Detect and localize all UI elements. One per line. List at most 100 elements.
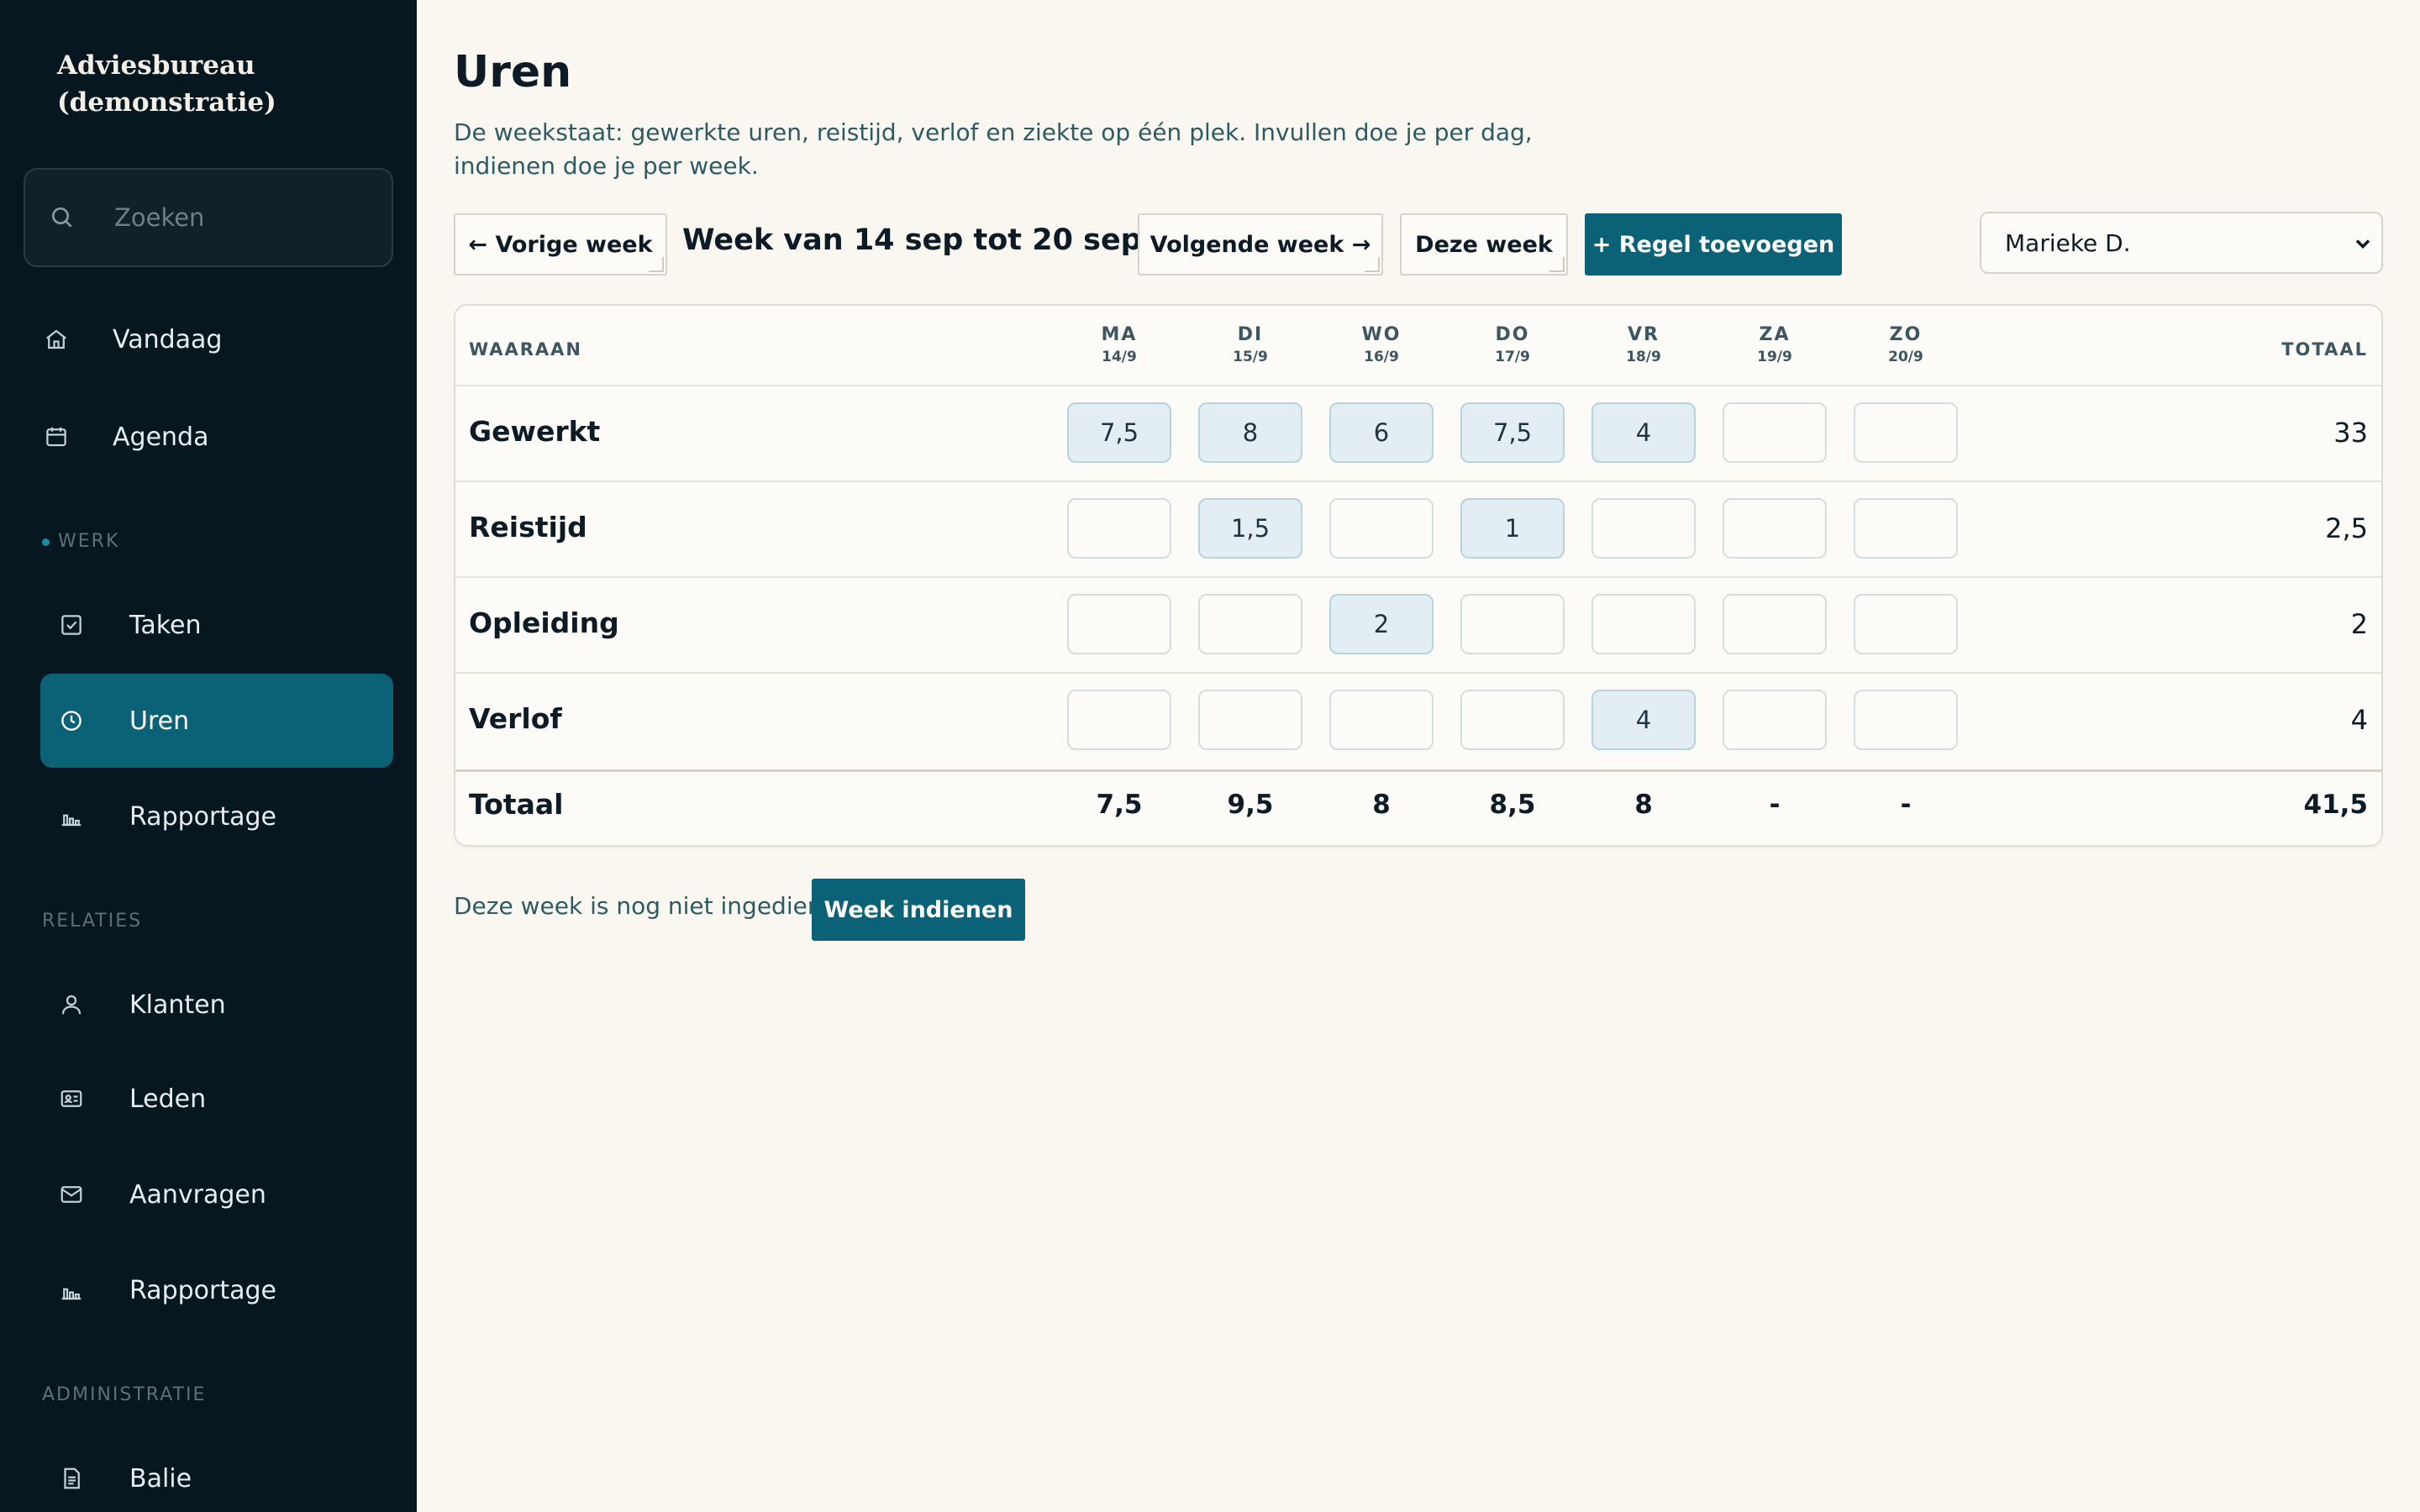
hours-input[interactable] [1723, 690, 1827, 750]
day-header: ZA 19/9 [1757, 324, 1792, 365]
section-label-relaties: RELATIES [42, 911, 143, 932]
brand-name: Adviesbureau (demonstratie) [57, 50, 276, 118]
hours-input[interactable]: 7,5 [1460, 402, 1565, 463]
hours-input[interactable]: 2 [1329, 594, 1434, 654]
row-total: 33 [2333, 417, 2368, 449]
nav-label: Vandaag [113, 324, 223, 354]
week-range-label: Week van 14 sep tot 20 sep [682, 223, 1142, 257]
row-divider [455, 385, 2381, 386]
document-icon [57, 1464, 86, 1493]
hours-input[interactable]: 6 [1329, 402, 1434, 463]
hours-input[interactable] [1723, 402, 1827, 463]
hours-input[interactable] [1723, 498, 1827, 559]
resize-corner [649, 257, 664, 272]
previous-week-button[interactable]: ← Vorige week [454, 213, 667, 276]
nav-label: Aanvragen [129, 1179, 266, 1210]
day-header: VR 18/9 [1626, 324, 1661, 365]
nav-item-uren[interactable]: Uren [40, 674, 393, 768]
nav-label: Taken [129, 610, 202, 640]
next-week-button[interactable]: Volgende week → [1138, 213, 1383, 276]
column-header-totaal: TOTAAL [2281, 339, 2368, 360]
resize-corner [1549, 257, 1565, 272]
day-header: WO 16/9 [1361, 324, 1402, 365]
row-divider [455, 576, 2381, 578]
search-input[interactable] [114, 203, 366, 232]
hours-input[interactable] [1723, 594, 1827, 654]
this-week-label: Deze week [1415, 231, 1553, 258]
nav-item-balie[interactable]: Balie [40, 1431, 393, 1512]
hours-input[interactable] [1067, 498, 1171, 559]
hours-input[interactable] [1460, 594, 1565, 654]
row-label: Verlof [469, 702, 562, 735]
id-card-icon [57, 1084, 86, 1113]
user-icon [57, 990, 86, 1019]
add-row-label: + Regel toevoegen [1591, 231, 1835, 258]
section-label-werk: WERK [42, 531, 119, 552]
add-row-button[interactable]: + Regel toevoegen [1585, 213, 1842, 276]
nav-item-agenda[interactable]: Agenda [40, 390, 393, 484]
chevron-down-icon [2355, 239, 2370, 249]
home-icon [42, 325, 71, 354]
hours-input[interactable] [1460, 690, 1565, 750]
hours-input[interactable] [1854, 498, 1958, 559]
day-total: 8,5 [1489, 790, 1536, 820]
page-title: Uren [454, 47, 572, 97]
nav-item-aanvragen[interactable]: Aanvragen [40, 1147, 393, 1242]
day-total: - [1769, 790, 1781, 820]
hours-input[interactable] [1854, 690, 1958, 750]
hours-input[interactable] [1198, 594, 1302, 654]
nav-item-rapportage[interactable]: Rapportage [40, 769, 393, 864]
hours-input[interactable] [1067, 690, 1171, 750]
mail-icon [57, 1180, 86, 1209]
nav-item-leden[interactable]: Leden [40, 1052, 393, 1146]
nav-label: Rapportage [129, 801, 276, 832]
day-header: ZO 20/9 [1888, 324, 1923, 365]
day-total: 8 [1372, 790, 1391, 820]
this-week-button[interactable]: Deze week [1400, 213, 1568, 276]
footer-divider [455, 769, 2381, 772]
submit-week-label: Week indienen [823, 896, 1013, 923]
footer-label: Totaal [469, 788, 564, 821]
hours-input[interactable] [1329, 498, 1434, 559]
row-label: Reistijd [469, 511, 587, 543]
row-label: Opleiding [469, 606, 619, 639]
day-header: DO 17/9 [1495, 324, 1530, 365]
sidebar: Adviesbureau (demonstratie) Vandaag Agen… [0, 0, 417, 1512]
nav-label: Rapportage [129, 1275, 276, 1305]
search-box[interactable] [24, 168, 393, 267]
hours-input[interactable]: 4 [1591, 402, 1696, 463]
hours-input[interactable] [1854, 402, 1958, 463]
search-icon [52, 207, 72, 228]
row-divider [455, 480, 2381, 482]
hours-input[interactable]: 7,5 [1067, 402, 1171, 463]
nav-label: Leden [129, 1084, 207, 1114]
previous-week-label: ← Vorige week [468, 231, 653, 258]
nav-label: Agenda [113, 422, 209, 452]
hours-input[interactable] [1329, 690, 1434, 750]
hours-input[interactable] [1591, 594, 1696, 654]
row-divider [455, 672, 2381, 674]
hours-input[interactable] [1854, 594, 1958, 654]
hours-input[interactable]: 8 [1198, 402, 1302, 463]
hours-input[interactable] [1591, 498, 1696, 559]
hours-input[interactable] [1198, 690, 1302, 750]
hours-input[interactable]: 1,5 [1198, 498, 1302, 559]
nav-label: Balie [129, 1463, 192, 1494]
user-select[interactable]: Marieke D. [1980, 212, 2383, 274]
day-header: MA 14/9 [1101, 324, 1138, 365]
nav-item-taken[interactable]: Taken [40, 578, 393, 672]
hours-input[interactable]: 4 [1591, 690, 1696, 750]
day-total: 9,5 [1227, 790, 1274, 820]
calendar-icon [42, 423, 71, 451]
resize-corner [1365, 257, 1380, 272]
hours-input[interactable]: 1 [1460, 498, 1565, 559]
nav-item-vandaag[interactable]: Vandaag [40, 292, 393, 386]
day-total: - [1900, 790, 1912, 820]
submit-week-button[interactable]: Week indienen [812, 879, 1025, 941]
hours-input[interactable] [1067, 594, 1171, 654]
nav-item-rapportage-relaties[interactable]: Rapportage [40, 1243, 393, 1337]
bar-chart-icon [57, 802, 86, 831]
clock-icon [57, 706, 86, 735]
nav-item-klanten[interactable]: Klanten [40, 958, 393, 1052]
page-description: De weekstaat: gewerkte uren, reistijd, v… [454, 118, 1533, 180]
